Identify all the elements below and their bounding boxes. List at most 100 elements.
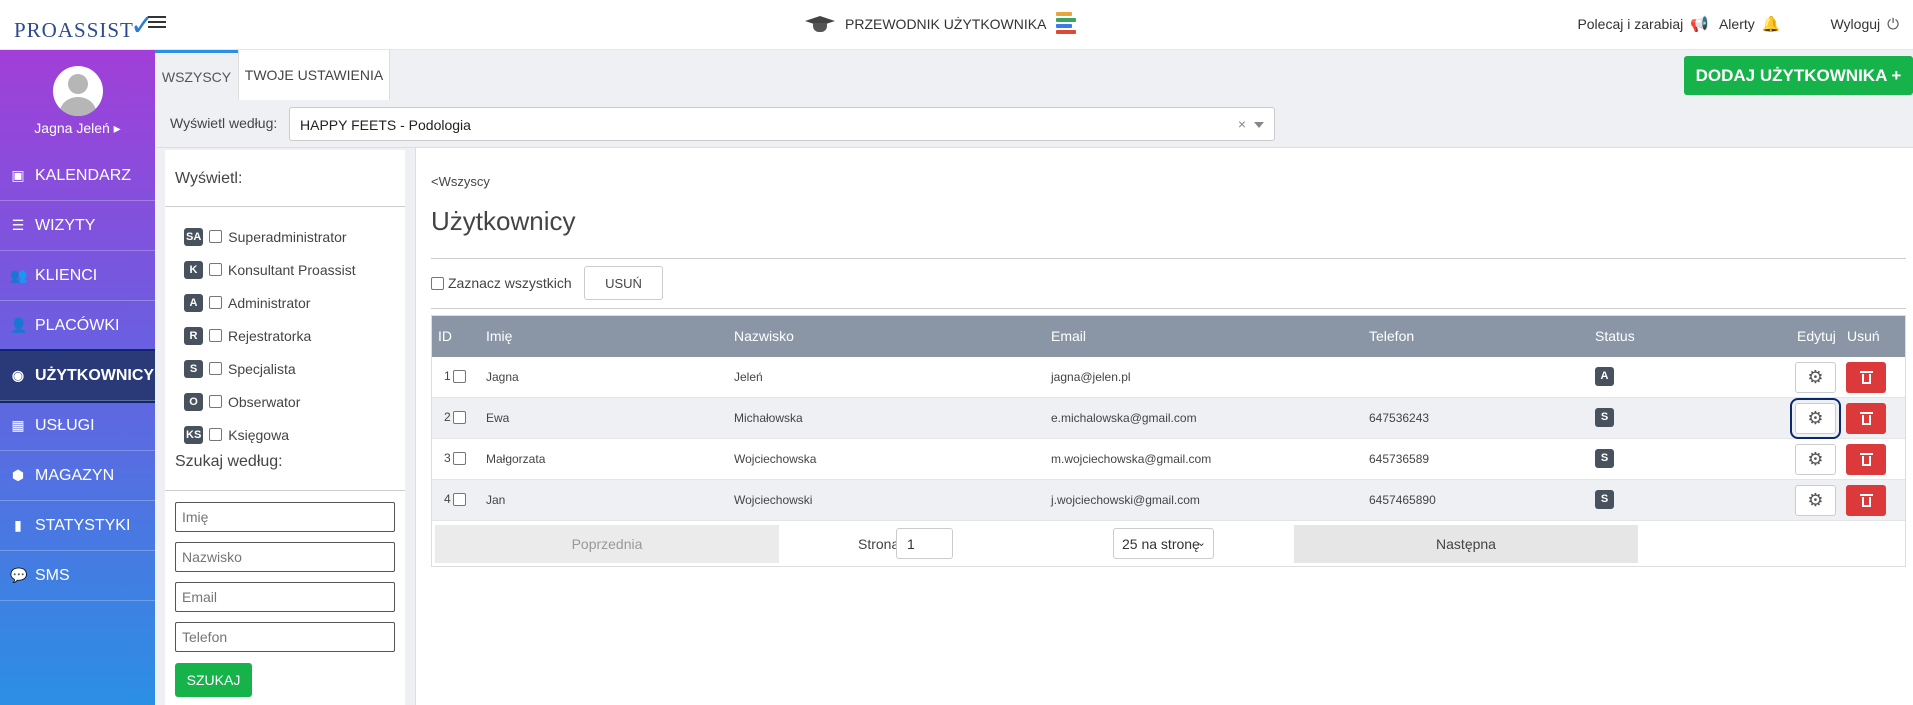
graduation-cap-icon: [805, 13, 835, 35]
sidebar-item-sms[interactable]: 💬 SMS: [0, 551, 155, 601]
user-plus-icon: 👤: [10, 317, 28, 333]
last-name-field[interactable]: [175, 542, 395, 572]
next-page-button[interactable]: Następna: [1294, 525, 1638, 563]
user-guide-link[interactable]: PRZEWODNIK UŻYTKOWNIKA: [805, 12, 1078, 36]
add-user-button[interactable]: DODAJ UŻYTKOWNIKA +: [1684, 56, 1913, 95]
row-checkbox[interactable]: [452, 410, 466, 424]
avatar[interactable]: [53, 66, 103, 116]
table-header: ID Imię Nazwisko Email Telefon Status Ed…: [432, 316, 1905, 357]
location-select[interactable]: HAPPY FEETS - Podologia ×: [289, 107, 1275, 141]
sidebar-user-name[interactable]: Jagna Jeleń ▸: [0, 120, 155, 137]
role-filter-item: R Rejestratorka: [184, 319, 356, 352]
sidebar-item-magazyn[interactable]: ⬢ MAGAZYN: [0, 451, 155, 501]
role-label: Księgowa: [228, 426, 289, 443]
role-badge: SA: [184, 227, 204, 246]
role-filter-item: KS Księgowa: [184, 418, 356, 451]
role-checkbox[interactable]: [209, 296, 222, 309]
role-filter-list: SA Superadministrator K Konsultant Proassi…: [184, 220, 356, 451]
prev-page-button[interactable]: Poprzednia: [435, 525, 779, 563]
search-title: Szukaj według:: [175, 453, 283, 470]
users-icon: 👥: [10, 267, 28, 283]
role-checkbox[interactable]: [209, 263, 222, 276]
gear-icon: ⚙: [1807, 449, 1824, 469]
table-row: 3 Małgorzata Wojciechowska m.wojciechows…: [432, 439, 1905, 480]
col-edit: Edytuj: [1797, 328, 1836, 344]
guide-label: PRZEWODNIK UŻYTKOWNIKA: [845, 16, 1047, 32]
logo-text: PROASSIST: [14, 18, 134, 42]
sidebar-item-label: KLIENCI: [35, 266, 98, 284]
sidebar-item-label: MAGAZYN: [35, 466, 115, 484]
box-icon: ⬢: [11, 467, 25, 483]
email-field[interactable]: [175, 582, 395, 612]
table-row: 1 Jagna Jeleń jagna@jelen.pl A ⚙: [432, 357, 1905, 398]
tab-all[interactable]: WSZYSCY: [155, 50, 238, 100]
edit-button[interactable]: ⚙: [1795, 444, 1836, 475]
sidebar-item-uzytkownicy[interactable]: ◉ UŻYTKOWNICY: [0, 349, 157, 403]
select-all-checkbox[interactable]: [431, 276, 444, 290]
role-checkbox[interactable]: [209, 362, 222, 375]
row-checkbox[interactable]: [452, 492, 466, 506]
delete-selected-button[interactable]: USUŃ: [584, 266, 663, 300]
role-label: Obserwator: [228, 393, 301, 410]
menu-toggle-icon[interactable]: [148, 13, 166, 31]
per-page-value: 25 na stronę: [1122, 536, 1200, 552]
row-checkbox[interactable]: [452, 369, 466, 383]
status-badge: A: [1595, 367, 1614, 386]
page-number-input[interactable]: 1: [896, 528, 953, 559]
role-label: Konsultant Proassist: [228, 261, 356, 278]
role-badge: K: [184, 260, 203, 279]
sidebar-item-placowki[interactable]: 👤 PLACÓWKI: [0, 301, 155, 351]
role-checkbox[interactable]: [209, 230, 223, 243]
page-title: Użytkownicy: [431, 206, 576, 236]
table-row: 4 Jan Wojciechowski j.wojciechowski@gmai…: [432, 480, 1905, 521]
delete-button[interactable]: [1846, 362, 1886, 393]
col-last-name: Nazwisko: [734, 328, 794, 344]
phone-field[interactable]: [175, 622, 395, 652]
user-circle-icon: ◉: [11, 367, 25, 383]
row-last-name: Wojciechowska: [734, 452, 817, 466]
alerts-link[interactable]: Alerty 🔔: [1719, 15, 1780, 33]
logout-link[interactable]: Wyloguj ⏻: [1830, 16, 1899, 33]
logo[interactable]: PROASSIST✓: [14, 9, 156, 45]
col-status: Status: [1595, 328, 1635, 344]
sidebar-item-label: UŻYTKOWNICY: [35, 366, 155, 384]
back-link[interactable]: <Wszyscy: [431, 174, 490, 189]
delete-button[interactable]: [1846, 485, 1886, 516]
refer-link[interactable]: Polecaj i zarabiaj 📢: [1577, 15, 1709, 33]
tabs-bar: WSZYSCY TWOJE USTAWIENIA DODAJ UŻYTKOWNI…: [155, 50, 1913, 100]
role-checkbox[interactable]: [209, 329, 222, 342]
col-email: Email: [1051, 328, 1087, 344]
role-checkbox[interactable]: [209, 395, 222, 408]
tab-settings[interactable]: TWOJE USTAWIENIA: [238, 50, 390, 100]
sidebar-item-kalendarz[interactable]: ▣ KALENDARZ: [0, 151, 155, 201]
row-email: m.wojciechowska@gmail.com: [1051, 452, 1212, 466]
clear-icon[interactable]: ×: [1238, 116, 1246, 132]
sidebar-item-wizyty[interactable]: ☰ WIZYTY: [0, 201, 155, 251]
per-page-select[interactable]: 25 na stronę ⌄: [1113, 528, 1214, 559]
caret-down-icon[interactable]: [1254, 122, 1264, 128]
sidebar: Jagna Jeleń ▸ ▣ KALENDARZ ☰ WIZYTY 👥 KLIENC…: [0, 50, 157, 705]
sidebar-item-klienci[interactable]: 👥 KLIENCI: [0, 251, 155, 301]
gear-icon: ⚙: [1807, 408, 1824, 428]
sidebar-item-label: WIZYTY: [35, 216, 96, 234]
row-first-name: Jan: [486, 493, 506, 507]
edit-button[interactable]: ⚙: [1795, 485, 1836, 516]
row-phone: 6457465890: [1369, 493, 1436, 507]
edit-button[interactable]: ⚙: [1790, 398, 1841, 439]
row-first-name: Małgorzata: [486, 452, 546, 466]
sidebar-item-uslugi[interactable]: ▦ USŁUGI: [0, 401, 155, 451]
search-button[interactable]: SZUKAJ: [175, 663, 252, 697]
delete-button[interactable]: [1846, 403, 1886, 434]
first-name-field[interactable]: [175, 502, 395, 532]
role-badge: S: [184, 359, 203, 378]
books-icon: [1056, 12, 1078, 36]
megaphone-icon: 📢: [1690, 16, 1709, 33]
select-all[interactable]: Zaznacz wszystkich: [431, 275, 572, 291]
sidebar-item-statystyki[interactable]: ▮ STATYSTYKI: [0, 501, 155, 551]
trash-icon: [1859, 412, 1873, 425]
role-checkbox[interactable]: [209, 428, 223, 441]
row-id: 1: [444, 369, 451, 383]
edit-button[interactable]: ⚙: [1795, 362, 1836, 393]
delete-button[interactable]: [1846, 444, 1886, 475]
row-checkbox[interactable]: [452, 451, 466, 465]
